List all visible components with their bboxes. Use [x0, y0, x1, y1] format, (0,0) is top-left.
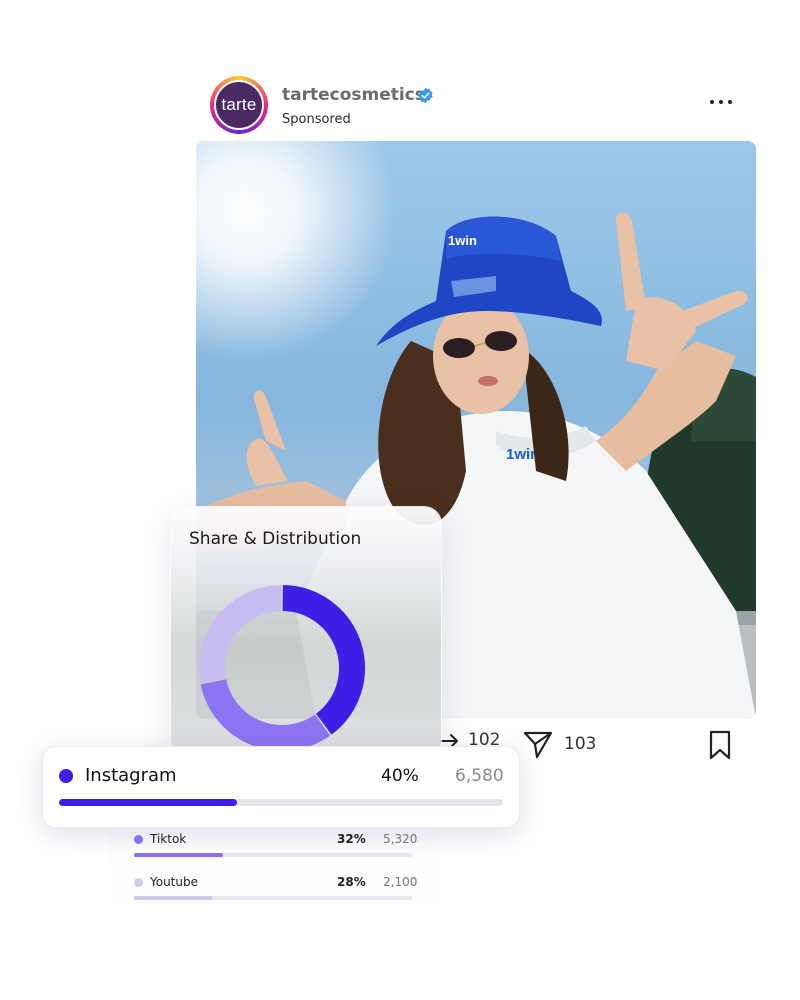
- donut-slice-youtube[interactable]: [199, 585, 282, 683]
- more-dots-icon: [710, 100, 714, 104]
- distribution-title: Share & Distribution: [189, 529, 362, 549]
- post-header: tarte tartecosmetics Sponsored: [210, 76, 750, 136]
- platform-percent: 28%: [337, 875, 366, 889]
- avatar[interactable]: tarte: [214, 80, 264, 130]
- platform-percent: 32%: [337, 832, 366, 846]
- platform-value: 5,320: [383, 832, 418, 846]
- platform-row-youtube[interactable]: Youtube 28% 2,100: [134, 875, 417, 915]
- progress-track: [59, 799, 503, 806]
- bookmark-icon[interactable]: [708, 730, 732, 760]
- platform-value: 6,580: [455, 766, 504, 786]
- progress-fill: [134, 853, 223, 857]
- tiktok-dot: [134, 835, 143, 844]
- verified-badge-icon: [418, 87, 433, 104]
- sponsored-label: Sponsored: [282, 112, 351, 127]
- donut-slice-tiktok[interactable]: [200, 678, 331, 751]
- username[interactable]: tartecosmetics: [282, 85, 425, 105]
- send-button[interactable]: 103: [522, 728, 596, 760]
- progress-track: [134, 896, 412, 900]
- platform-name: Instagram: [85, 765, 177, 786]
- donut-slice-instagram[interactable]: [282, 585, 365, 735]
- send-icon: [523, 731, 553, 759]
- platform-name: Tiktok: [150, 832, 187, 846]
- send-count: 103: [564, 734, 597, 754]
- hat-logo: 1win: [448, 233, 477, 248]
- instagram-dot: [59, 769, 73, 783]
- story-ring[interactable]: tarte: [210, 76, 268, 134]
- platform-card-instagram[interactable]: Instagram 40% 6,580: [42, 746, 520, 828]
- platform-value: 2,100: [383, 875, 418, 889]
- youtube-dot: [134, 878, 143, 887]
- progress-fill: [59, 799, 237, 806]
- distribution-donut-chart: [199, 585, 365, 751]
- progress-fill: [134, 896, 212, 900]
- progress-track: [134, 853, 412, 857]
- distribution-card: Share & Distribution: [170, 506, 442, 758]
- platform-percent: 40%: [381, 766, 419, 786]
- platform-name: Youtube: [150, 875, 198, 889]
- more-options-button[interactable]: [710, 96, 732, 108]
- platform-row-tiktok[interactable]: Tiktok 32% 5,320: [134, 832, 417, 872]
